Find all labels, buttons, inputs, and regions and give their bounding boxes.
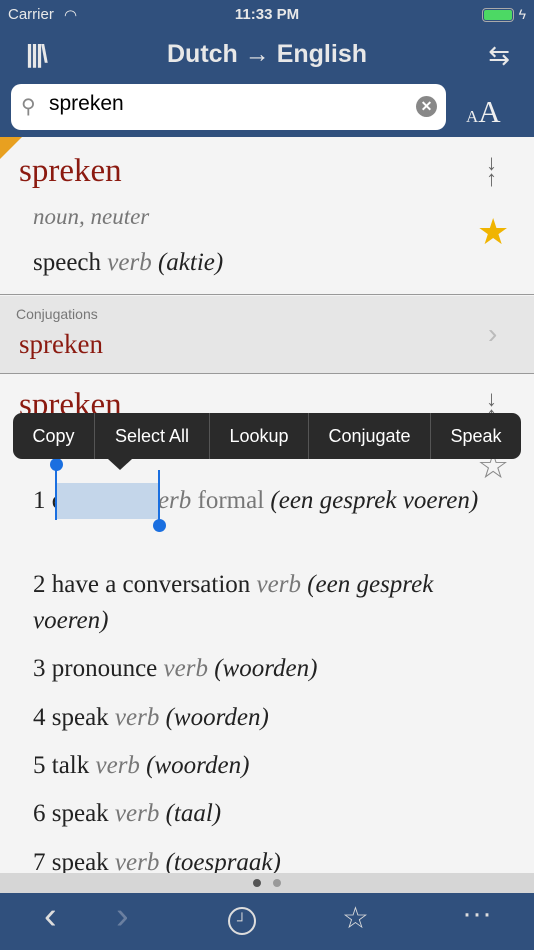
- sense-number: 6: [33, 800, 46, 827]
- conjugations-word: spreken: [19, 329, 103, 359]
- sense-pos: verb: [256, 571, 301, 598]
- sense-number: 3: [33, 655, 46, 682]
- sense-word: pronounce: [51, 655, 158, 682]
- headword: spreken: [19, 153, 122, 189]
- entry-card: spreken noun, neuter speech verb (aktie)…: [0, 137, 534, 295]
- sense-word: talk: [51, 752, 90, 779]
- search-input[interactable]: [49, 92, 409, 116]
- sense-item: 6 speak verb (taal): [33, 796, 493, 832]
- sense-pos: verb: [95, 752, 140, 779]
- font-large: A: [478, 94, 501, 129]
- page-indicator[interactable]: [0, 873, 534, 893]
- sense-item: 2 have a conversation verb (een gesprek …: [33, 567, 493, 639]
- menu-select-all[interactable]: Select All: [95, 413, 210, 459]
- favorite-star-icon[interactable]: ★: [477, 211, 509, 253]
- status-bar: Carrier ◠ 11:33 PM ϟ: [0, 6, 534, 26]
- sense-number: 2: [33, 571, 46, 598]
- history-icon[interactable]: ┘: [228, 907, 256, 935]
- font-size-button[interactable]: AA: [466, 94, 501, 130]
- text-selection: [56, 483, 159, 519]
- menu-conjugate[interactable]: Conjugate: [309, 413, 431, 459]
- sense-number: 1: [33, 487, 46, 514]
- sense-number: 7: [33, 849, 46, 873]
- sense-register: formal: [197, 487, 265, 514]
- more-icon[interactable]: ···: [462, 897, 492, 931]
- search-field[interactable]: ⚲ ✕: [11, 84, 446, 130]
- clock: 11:33 PM: [234, 6, 300, 23]
- sense-pos: verb: [114, 704, 160, 731]
- page-title: Dutch → English: [167, 40, 367, 68]
- selection-handle-start[interactable]: [55, 464, 57, 520]
- menu-lookup[interactable]: Lookup: [210, 413, 309, 459]
- forward-icon[interactable]: ›: [116, 895, 129, 938]
- sense-item: 3 pronounce verb (woorden): [33, 651, 493, 687]
- clear-icon[interactable]: ✕: [416, 96, 437, 117]
- sense-pos: verb: [114, 800, 160, 827]
- sense-word: speak: [51, 849, 109, 873]
- sense-item: 4 speak verb (woorden): [33, 700, 493, 736]
- conjugations-row[interactable]: Conjugations spreken ›: [0, 296, 534, 374]
- sense-item: 5 talk verb (woorden): [33, 748, 493, 784]
- context-menu: Copy Select All Lookup Conjugate Speak: [13, 413, 521, 459]
- top-bar: Carrier ◠ 11:33 PM ϟ |||\ Dutch → Englis…: [0, 0, 534, 137]
- sense-context: (taal): [165, 800, 222, 827]
- page-dot: [273, 879, 281, 887]
- context: (aktie): [157, 249, 224, 276]
- sense-context: (woorden): [214, 655, 318, 682]
- sense-context: (een gesprek voeren): [270, 487, 479, 514]
- sense-context: (woorden): [146, 752, 250, 779]
- sense-context: (toespraak): [165, 849, 281, 873]
- selection-handle-start-knob[interactable]: [50, 458, 63, 471]
- menu-pointer: [108, 459, 132, 470]
- sense-context: (woorden): [165, 704, 269, 731]
- grammar: noun, neuter: [33, 204, 150, 229]
- sense-word: speak: [51, 704, 109, 731]
- favorites-icon[interactable]: ☆: [342, 901, 369, 936]
- search-icon: ⚲: [21, 96, 36, 118]
- page-dot-active: [253, 879, 261, 887]
- sense-word: have a conversation: [51, 571, 251, 598]
- charging-icon: ϟ: [518, 6, 526, 22]
- collapse-icon[interactable]: ↓↑: [486, 152, 497, 190]
- chevron-right-icon: ›: [488, 318, 498, 349]
- menu-copy[interactable]: Copy: [13, 413, 95, 459]
- menu-speak[interactable]: Speak: [431, 413, 521, 459]
- swap-icon[interactable]: ⇆: [488, 40, 510, 71]
- conjugations-label: Conjugations: [16, 306, 98, 322]
- bottom-toolbar: ‹ › ┘ ☆ ···: [0, 893, 534, 950]
- translation-line: speech verb (aktie): [33, 249, 223, 277]
- sense-pos: verb: [163, 655, 208, 682]
- sense-number: 5: [33, 752, 46, 779]
- pos: verb: [107, 249, 152, 276]
- font-small: A: [466, 107, 479, 126]
- battery-icon: [482, 8, 514, 22]
- sense-word: speak: [51, 800, 109, 827]
- translation: speech: [33, 249, 102, 276]
- back-icon[interactable]: ‹: [44, 895, 57, 938]
- sense-item: 7 speak verb (toespraak): [33, 845, 493, 873]
- selection-handle-end[interactable]: [158, 470, 160, 526]
- sense-pos: verb: [114, 849, 160, 873]
- selection-handle-end-knob[interactable]: [153, 519, 166, 532]
- sense-number: 4: [33, 704, 46, 731]
